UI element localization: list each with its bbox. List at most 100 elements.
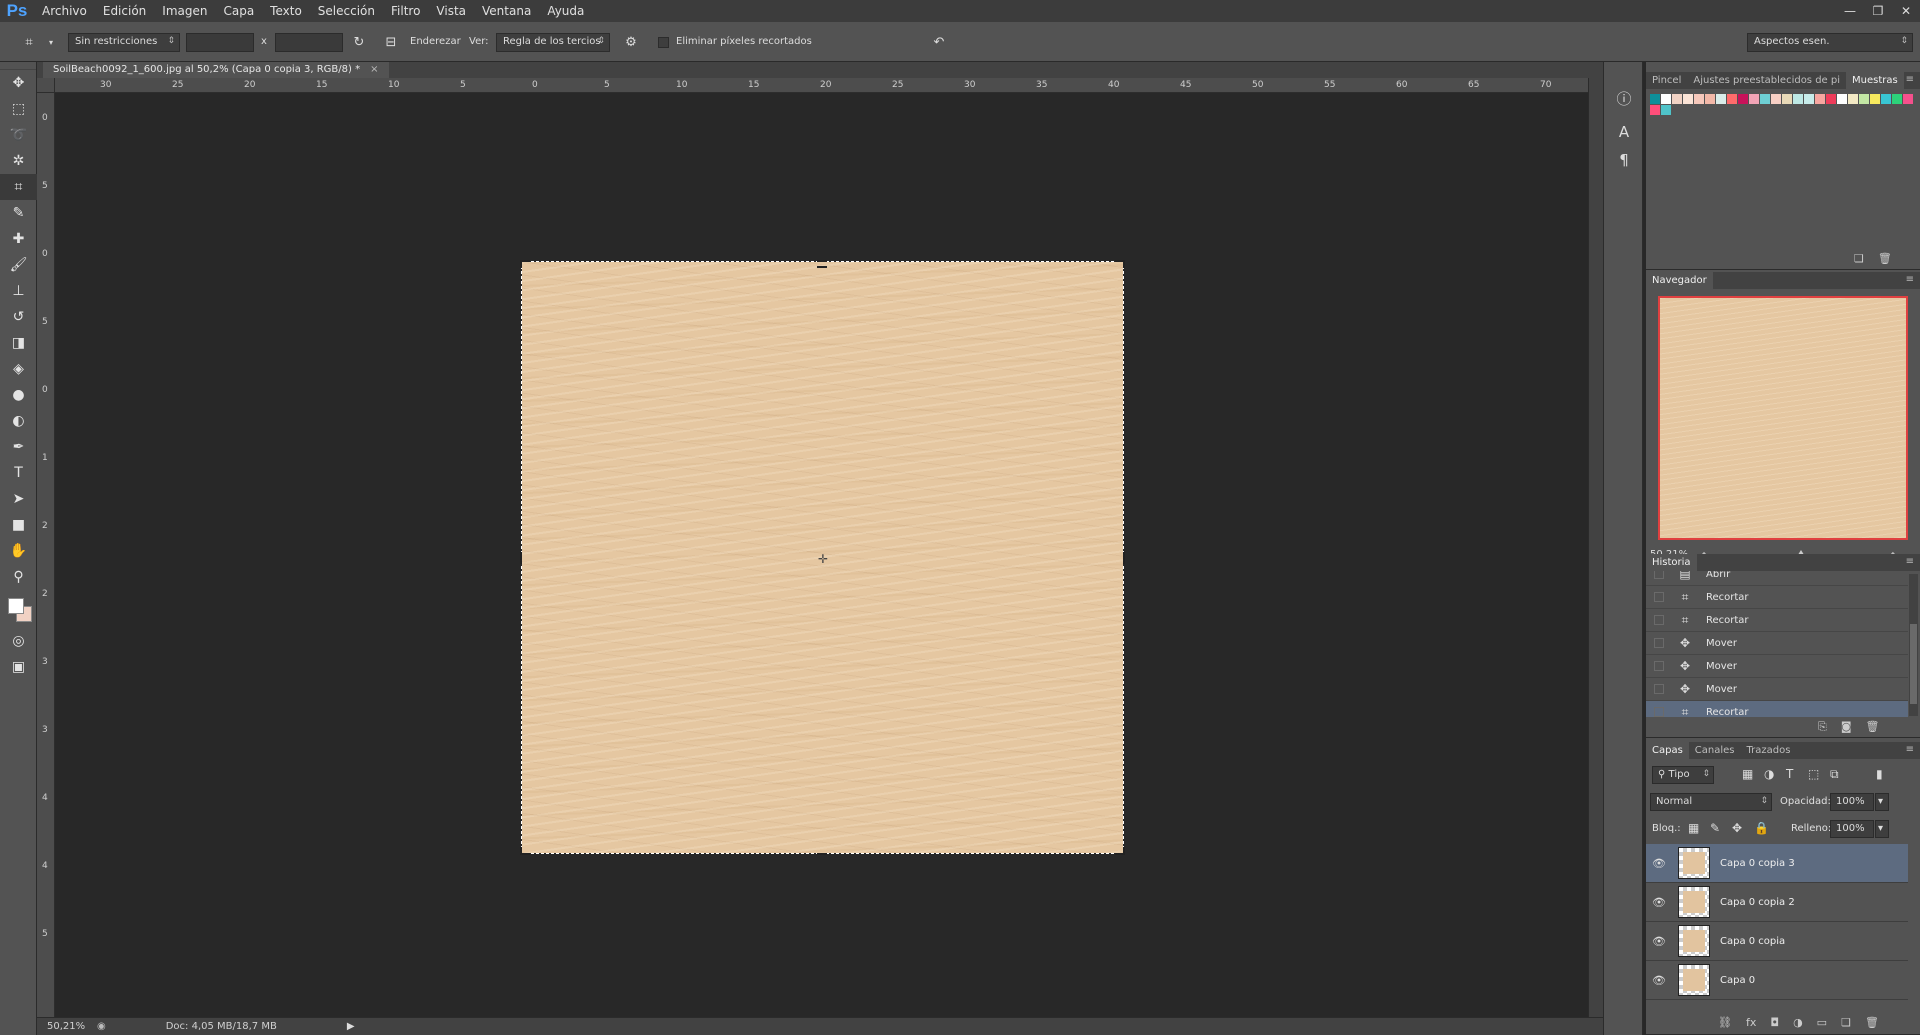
eye-icon[interactable]: 👁 — [1646, 857, 1672, 870]
status-zoom[interactable]: 50,21% — [47, 1021, 91, 1032]
history-scrollbar-thumb[interactable] — [1910, 624, 1917, 704]
healing-brush-tool-icon[interactable]: ✚ — [0, 226, 37, 252]
layer-name[interactable]: Capa 0 copia 2 — [1720, 897, 1795, 908]
color-swatch[interactable] — [1760, 94, 1770, 104]
color-swatch[interactable] — [1859, 94, 1869, 104]
layer-thumbnail[interactable] — [1678, 925, 1710, 957]
close-icon[interactable]: × — [370, 62, 378, 78]
color-swatch[interactable] — [1705, 94, 1715, 104]
trash-icon[interactable]: 🗑 — [1865, 1016, 1879, 1032]
layer-row[interactable]: 👁 Capa 0 copia — [1646, 922, 1908, 961]
history-snapshot-checkbox[interactable] — [1654, 684, 1664, 694]
layer-name[interactable]: Capa 0 — [1720, 975, 1755, 986]
magic-wand-tool-icon[interactable]: ✲ — [0, 148, 37, 174]
color-swatch[interactable] — [1749, 94, 1759, 104]
filter-toggle-icon[interactable]: ▮ — [1876, 767, 1883, 781]
history-snapshot-checkbox[interactable] — [1654, 571, 1664, 579]
path-selection-tool-icon[interactable]: ➤ — [0, 486, 37, 512]
crosshair-icon[interactable]: ✛ — [818, 552, 828, 566]
opacity-input[interactable]: 100% — [1830, 793, 1874, 811]
layer-row-selected[interactable]: 👁 Capa 0 copia 3 — [1646, 844, 1908, 883]
toolbar-grip[interactable] — [0, 62, 36, 70]
tab-historia[interactable]: Historia — [1646, 554, 1697, 571]
panel-menu-icon[interactable]: ≡ — [1906, 556, 1914, 567]
color-swatch[interactable] — [1881, 94, 1891, 104]
horizontal-ruler[interactable]: 30 25 20 15 10 5 0 5 10 15 20 25 30 35 40 45 50 55 60 65 70 — [55, 78, 1588, 93]
color-swatch[interactable] — [1683, 94, 1693, 104]
layer-name[interactable]: Capa 0 copia — [1720, 936, 1785, 947]
history-item[interactable]: ✥ Mover — [1646, 678, 1908, 701]
close-window-button[interactable]: ✕ — [1892, 0, 1920, 22]
crop-handle-bottom-right[interactable] — [1115, 847, 1125, 855]
menu-filtro[interactable]: Filtro — [383, 0, 428, 22]
move-tool-icon[interactable]: ✥ — [0, 70, 37, 96]
blend-mode-select[interactable]: Normal ⇕ — [1650, 793, 1772, 811]
history-snapshot-checkbox[interactable] — [1654, 661, 1664, 671]
add-mask-icon[interactable]: ◘ — [1770, 1016, 1779, 1032]
paint-bucket-tool-icon[interactable]: ◈ — [0, 356, 37, 382]
lock-transparency-icon[interactable]: ▦ — [1688, 821, 1699, 835]
lock-pixels-icon[interactable]: ✎ — [1710, 821, 1720, 835]
canvas-area[interactable]: ✛ — [55, 93, 1588, 1017]
swap-dimensions-icon[interactable]: ↻ — [350, 33, 368, 51]
panel-menu-icon[interactable]: ≡ — [1906, 744, 1914, 755]
history-scrollbar[interactable] — [1909, 574, 1918, 716]
delete-cropped-pixels-checkbox[interactable] — [658, 37, 669, 48]
eyedropper-tool-icon[interactable]: ✎ — [0, 200, 37, 226]
tab-trazados[interactable]: Trazados — [1741, 742, 1797, 759]
layer-filter-select[interactable]: ⚲ Tipo ⇕ — [1652, 766, 1714, 784]
menu-capa[interactable]: Capa — [215, 0, 262, 22]
menu-ayuda[interactable]: Ayuda — [539, 0, 592, 22]
layer-row[interactable]: 👁 Capa 0 — [1646, 961, 1908, 1000]
zoom-tool-icon[interactable]: ⚲ — [0, 564, 37, 590]
screen-mode-icon[interactable]: ▣ — [0, 654, 37, 680]
lock-position-icon[interactable]: ✥ — [1732, 821, 1742, 835]
crop-tool-preset-icon[interactable]: ⌗ — [20, 33, 38, 51]
menu-edicion[interactable]: Edición — [95, 0, 154, 22]
layer-thumbnail[interactable] — [1678, 886, 1710, 918]
menu-archivo[interactable]: Archivo — [34, 0, 95, 22]
type-tool-icon[interactable]: T — [0, 460, 37, 486]
color-swatch[interactable] — [1672, 94, 1682, 104]
navigator-thumbnail[interactable] — [1658, 296, 1908, 540]
history-snapshot-checkbox[interactable] — [1654, 707, 1664, 717]
tab-pincel[interactable]: Pincel — [1646, 72, 1687, 89]
layer-thumbnail[interactable] — [1678, 847, 1710, 879]
history-item[interactable]: ⌗ Recortar — [1646, 586, 1908, 609]
status-menu-arrow-icon[interactable]: ▶ — [347, 1021, 355, 1032]
history-item[interactable]: ✥ Mover — [1646, 632, 1908, 655]
color-swatch[interactable] — [1694, 94, 1704, 104]
restore-button[interactable]: ❐ — [1864, 0, 1892, 22]
color-swatch[interactable] — [1826, 94, 1836, 104]
history-brush-tool-icon[interactable]: ↺ — [0, 304, 37, 330]
dock-grip[interactable] — [1604, 62, 1642, 84]
panel-menu-icon[interactable]: ≡ — [1906, 274, 1914, 285]
menu-texto[interactable]: Texto — [262, 0, 310, 22]
fill-input[interactable]: 100% — [1830, 820, 1874, 838]
hand-tool-icon[interactable]: ✋ — [0, 538, 37, 564]
history-snapshot-checkbox[interactable] — [1654, 592, 1664, 602]
eye-icon[interactable]: 👁 — [1646, 974, 1672, 987]
layer-name[interactable]: Capa 0 copia 3 — [1720, 858, 1795, 869]
paragraph-panel-icon[interactable]: ¶ — [1604, 146, 1644, 174]
tab-navegador[interactable]: Navegador — [1646, 272, 1713, 289]
minimize-button[interactable]: — — [1836, 0, 1864, 22]
pen-tool-icon[interactable]: ✒ — [0, 434, 37, 460]
tab-capas[interactable]: Capas — [1646, 742, 1689, 759]
new-swatch-icon[interactable]: ❏ — [1854, 252, 1864, 268]
color-swatch[interactable] — [1661, 94, 1671, 104]
color-swatch[interactable] — [1771, 94, 1781, 104]
dodge-tool-icon[interactable]: ◐ — [0, 408, 37, 434]
lasso-tool-icon[interactable]: ➰ — [0, 122, 37, 148]
canvas-vertical-scrollbar[interactable] — [1588, 78, 1603, 1017]
color-swatch[interactable] — [1716, 94, 1726, 104]
history-item[interactable]: ⌗ Recortar — [1646, 609, 1908, 632]
eye-icon[interactable]: 👁 — [1646, 935, 1672, 948]
new-document-from-state-icon[interactable]: ⎘ — [1818, 720, 1827, 736]
trash-icon[interactable]: 🗑 — [1878, 252, 1892, 268]
menu-imagen[interactable]: Imagen — [154, 0, 215, 22]
crop-handle-bottom[interactable] — [817, 847, 827, 855]
crop-handle-right[interactable] — [1121, 552, 1125, 564]
brush-tool-icon[interactable]: 🖌 — [0, 252, 37, 278]
color-swatch[interactable] — [1870, 94, 1880, 104]
